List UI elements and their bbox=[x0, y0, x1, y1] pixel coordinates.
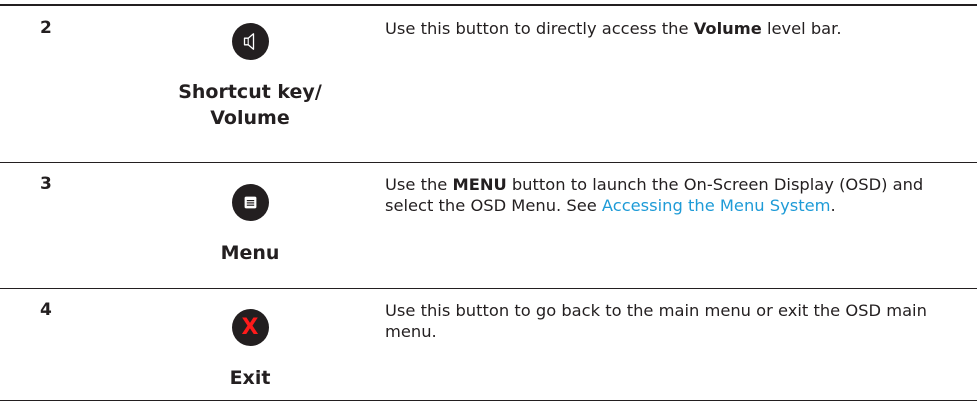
button-cell: X Exit bbox=[150, 309, 350, 391]
exit-x-icon: X bbox=[241, 315, 259, 340]
row-number: 2 bbox=[40, 18, 52, 38]
button-cell: Menu bbox=[150, 184, 350, 266]
table-top-rule bbox=[0, 4, 977, 6]
row-number: 3 bbox=[40, 174, 52, 194]
row-number: 4 bbox=[40, 300, 52, 320]
speaker-volume-icon[interactable] bbox=[231, 23, 269, 60]
menu-icon[interactable] bbox=[231, 184, 269, 221]
table-bottom-rule bbox=[0, 400, 977, 401]
exit-icon[interactable]: X bbox=[231, 309, 269, 346]
button-label: Exit bbox=[229, 367, 271, 389]
row-description: Use the MENU button to launch the On-Scr… bbox=[385, 175, 924, 215]
button-cell: Shortcut key/ Volume bbox=[150, 23, 350, 131]
button-label: Menu bbox=[220, 242, 280, 264]
row-divider bbox=[0, 288, 977, 289]
accessing-menu-system-link[interactable]: Accessing the Menu System bbox=[602, 196, 831, 215]
row-description: Use this button to directly access the V… bbox=[385, 19, 842, 38]
row-divider bbox=[0, 162, 977, 163]
row-description: Use this button to go back to the main m… bbox=[385, 301, 927, 341]
button-label: Shortcut key/ Volume bbox=[178, 81, 322, 129]
